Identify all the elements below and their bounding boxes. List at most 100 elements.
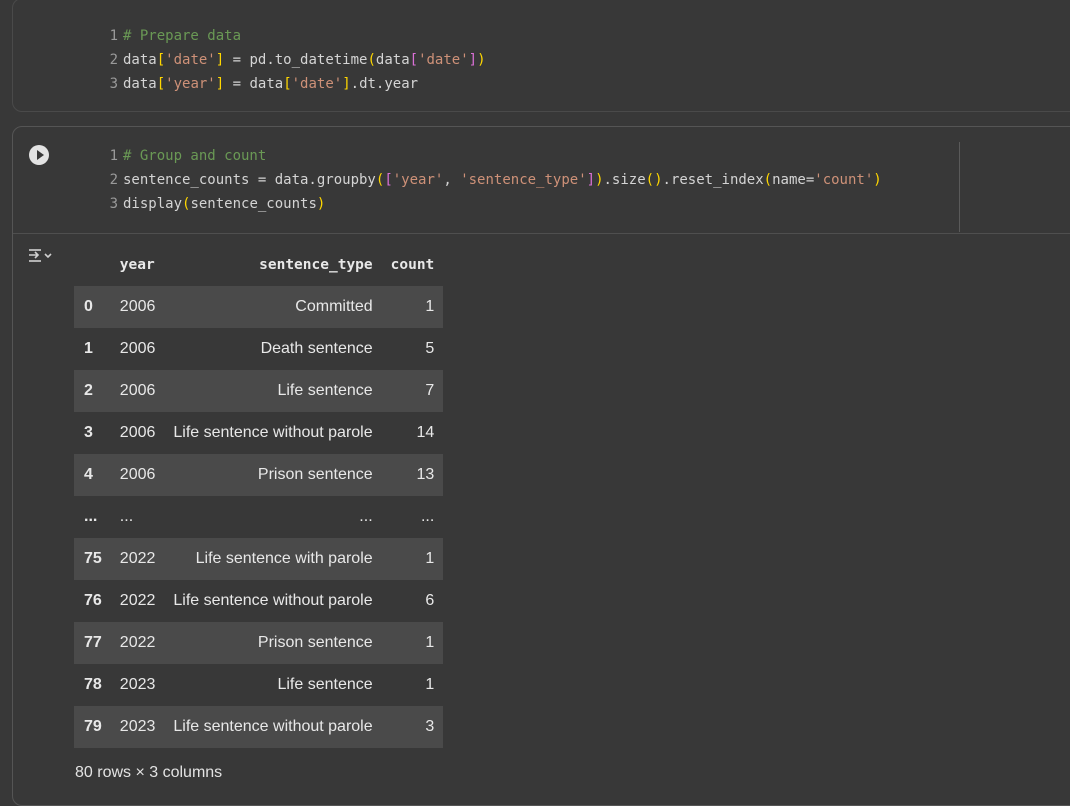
cell-count: ... [420,508,435,525]
column-header-year: year [119,257,155,273]
cell-sentence-type: Life sentence without parole [173,718,373,735]
code-token: ( [763,172,773,188]
line-number: 3 [109,196,118,212]
row-index: 0 [84,298,93,315]
code-token: ] [468,52,478,68]
output-divider [13,233,1070,234]
line-number: 3 [109,76,118,92]
table-row: 4 2006 Prison sentence 13 [74,454,444,496]
code-token: ] [215,76,225,92]
code-token: # Group and count [123,148,267,164]
cell-sentence-type: Prison sentence [257,466,373,483]
line-number: 1 [109,148,118,164]
code-token: sentence_counts [190,196,317,212]
table-row: 79 2023 Life sentence without parole 3 [74,706,444,748]
code-token: .size [603,172,646,188]
code-line[interactable]: 2 data['date'] = pd.to_datetime(data['dat… [104,48,486,72]
row-index: 77 [84,634,102,651]
cell-count: 1 [425,634,435,651]
code-token: data [123,52,157,68]
code-token: ] [342,76,351,92]
cell-year: 2006 [119,382,156,399]
table-row: 0 2006 Committed 1 [74,286,444,328]
index-header [74,244,111,286]
cell-sentence-type: Death sentence [260,340,373,357]
code-editor-group-and-count[interactable]: 1 # Group and count 2 sentence_counts = dat… [104,144,882,216]
editor-ruler-line [959,142,960,232]
code-token: sentence_counts = data.groupby [123,172,376,188]
code-token: name= [772,172,815,188]
code-token: [ [156,76,166,92]
code-editor-prepare-data[interactable]: 1 # Prepare data 2 data['date'] = pd.to_dat… [104,24,486,96]
cell-year: 2006 [119,298,156,315]
column-header-count: count [390,257,435,273]
code-token: 'year' [392,172,444,188]
code-line[interactable]: 1 # Group and count [104,144,882,168]
row-index: 78 [84,676,102,693]
cell-sentence-type: Prison sentence [257,634,373,651]
code-token: ) [873,172,882,188]
code-token: display [123,196,183,212]
code-token: ) [595,172,604,188]
code-token: 'year' [165,76,216,92]
cell-year: 2022 [119,592,156,609]
cell-count: 14 [416,424,435,441]
table-row: 3 2006 Life sentence without parole 14 [74,412,444,454]
run-cell-icon[interactable] [29,145,49,165]
row-index: ... [84,508,98,525]
table-row: 76 2022 Life sentence without parole 6 [74,580,444,622]
cell-year: 2023 [119,718,156,735]
cell-sentence-type: Life sentence [277,382,373,399]
code-token: [ [283,76,292,92]
cell-sentence-type: Life sentence without parole [173,424,373,441]
cell-count: 3 [425,718,435,735]
code-token: , [443,172,461,188]
cell-count: 1 [425,298,435,315]
row-index: 75 [84,550,102,567]
row-index: 2 [84,382,93,399]
table-row: ............ [74,496,444,538]
row-index: 4 [84,466,93,483]
code-token: ) [477,52,486,68]
table-row: 2 2006 Life sentence 7 [74,370,444,412]
code-line[interactable]: 3 data['year'] = data['date'].dt.year [104,72,486,96]
cell-year: 2006 [119,466,156,483]
cell-year: 2006 [119,340,156,357]
code-token: ) [316,196,326,212]
cell-year: ... [119,508,134,525]
row-index: 1 [84,340,93,357]
cell-count: 1 [425,550,435,567]
table-row: 75 2022 Life sentence with parole 1 [74,538,444,580]
code-token: ] [586,172,596,188]
table-header-row: year sentence_type count [74,244,443,286]
code-line[interactable]: 1 # Prepare data [104,24,486,48]
cell-count: 1 [425,676,435,693]
row-index: 3 [84,424,93,441]
code-token: = data [224,76,284,92]
code-token: 'date' [291,76,343,92]
code-token: 'date' [418,52,469,68]
code-token: data [123,76,157,92]
cell-count: 7 [425,382,435,399]
table-row: 77 2022 Prison sentence 1 [74,622,444,664]
code-line[interactable]: 3 display(sentence_counts) [104,192,882,216]
code-token: () [645,172,663,188]
cell-year: 2006 [119,424,156,441]
code-token: ( [367,52,376,68]
cell-count: 5 [425,340,435,357]
code-line[interactable]: 2 sentence_counts = data.groupby (['year',… [104,168,882,192]
output-toggle-icon[interactable] [26,246,54,268]
code-token: 'date' [165,52,216,68]
row-index: 76 [84,592,102,609]
column-header-sentence-type: sentence_type [259,257,373,273]
cell-sentence-type: ... [359,508,373,525]
code-token: 'sentence_type' [460,172,587,188]
code-token: data [375,52,410,68]
cell-sentence-type: Life sentence with parole [195,550,373,567]
cell-year: 2023 [119,676,156,693]
code-token: # Prepare data [123,28,242,44]
table-row: 1 2006 Death sentence 5 [74,328,444,370]
code-token: [ [384,172,393,188]
code-token: 'count' [814,172,874,188]
code-token: [ [156,52,166,68]
